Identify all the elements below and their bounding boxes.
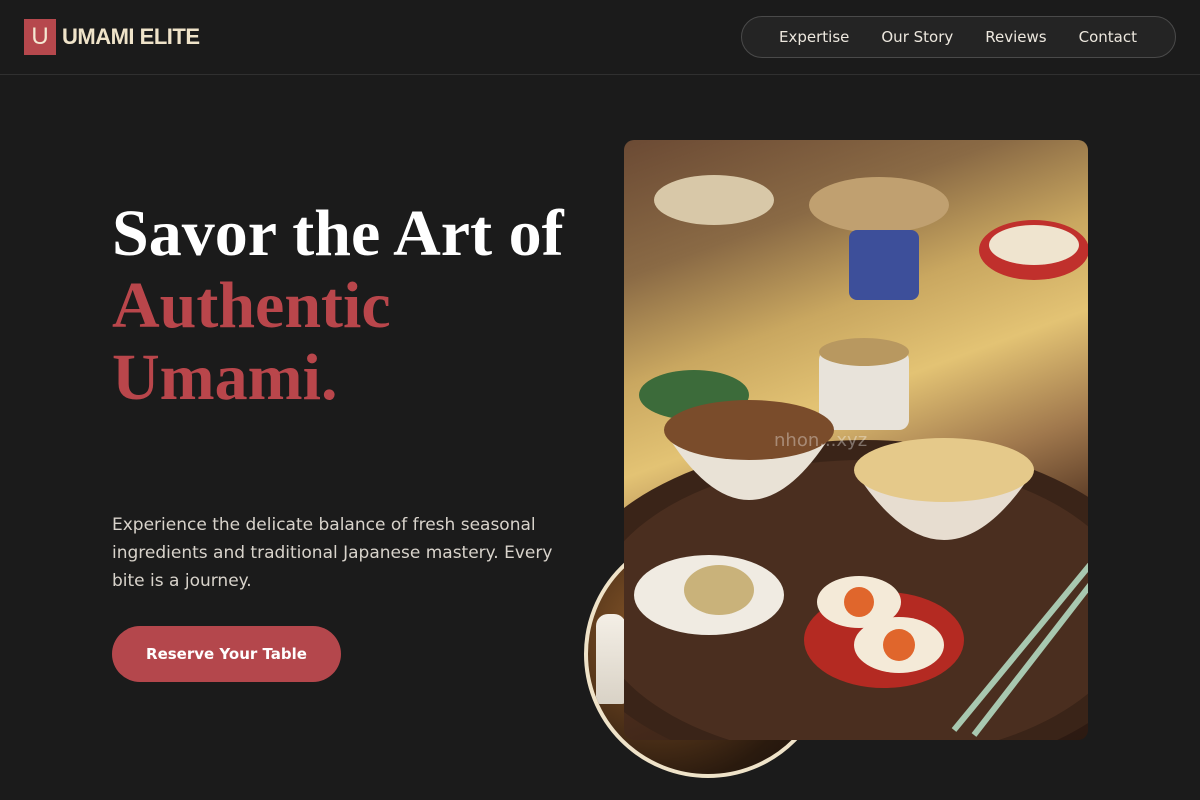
hero-title-line: Savor the Art of: [112, 197, 564, 270]
bg-bowl: [989, 225, 1079, 265]
egg-yolk: [883, 629, 915, 661]
egg-yolk: [844, 587, 874, 617]
japanese-meal-photo: nhon...xyz: [624, 140, 1088, 740]
bg-bowl: [654, 175, 774, 225]
reserve-table-button[interactable]: Reserve Your Table: [112, 626, 341, 682]
tea-surface: [819, 338, 909, 366]
bg-cup: [849, 230, 919, 300]
image-watermark: nhon...xyz: [774, 430, 868, 451]
hero-title: Savor the Art of Authentic Umami.: [112, 198, 582, 414]
nav-link-expertise[interactable]: Expertise: [779, 28, 849, 46]
brand-name: UMAMI ELITE: [62, 24, 200, 49]
logo-mark-icon: U: [24, 19, 56, 55]
bg-bowl: [809, 177, 949, 233]
nav-link-our-story[interactable]: Our Story: [881, 28, 953, 46]
front-bowl-right-rice: [854, 438, 1034, 502]
hero-title-accent: Authentic Umami.: [112, 269, 391, 414]
site-header: U UMAMI ELITE Expertise Our Story Review…: [0, 0, 1200, 75]
small-dish-food: [684, 565, 754, 615]
logo[interactable]: U UMAMI ELITE: [24, 19, 200, 55]
nav-link-contact[interactable]: Contact: [1079, 28, 1137, 46]
nav-link-reviews[interactable]: Reviews: [985, 28, 1046, 46]
hero-description: Experience the delicate balance of fresh…: [112, 515, 553, 591]
main-nav: Expertise Our Story Reviews Contact: [741, 16, 1176, 58]
chef-figure: [596, 614, 626, 704]
